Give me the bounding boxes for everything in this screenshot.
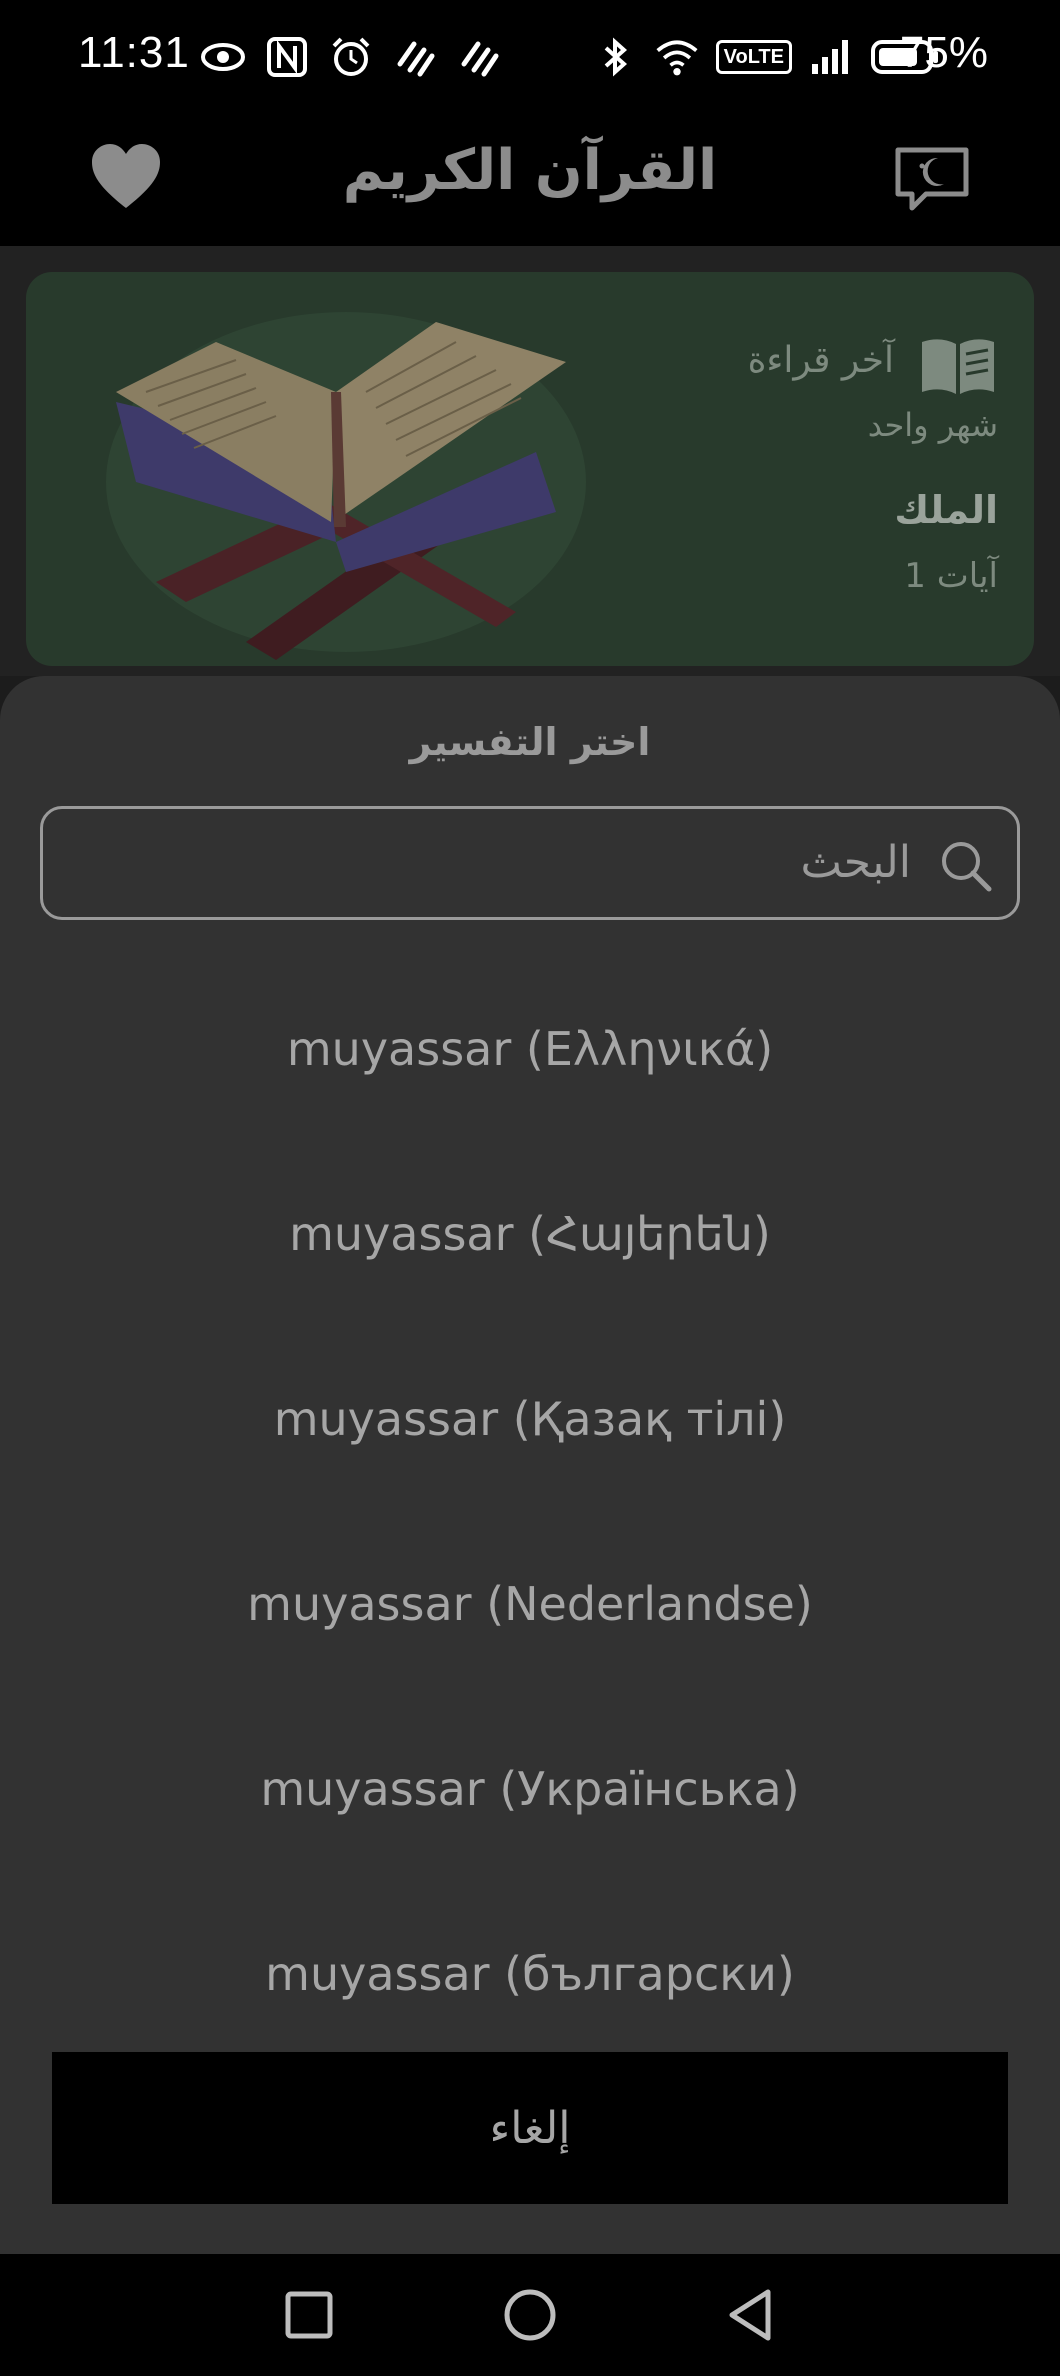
tafsir-option[interactable]: muyassar (Українська) — [0, 1696, 1060, 1881]
recents-square-icon[interactable] — [278, 2284, 340, 2346]
search-placeholder: البحث — [800, 837, 911, 888]
search-input[interactable]: البحث — [40, 806, 1020, 920]
tafsir-option[interactable]: muyassar (Қазақ тілі) — [0, 1326, 1060, 1511]
eye-icon — [200, 34, 246, 80]
status-left-icons — [200, 34, 502, 80]
cancel-button[interactable]: إلغاء — [52, 2052, 1008, 2204]
wifi-icon — [654, 34, 700, 80]
home-circle-icon[interactable] — [499, 2284, 561, 2346]
system-nav-bar — [0, 2254, 1060, 2376]
night-mode-icon[interactable] — [892, 140, 972, 216]
search-icon — [937, 837, 993, 893]
status-time: 11:31 — [78, 28, 190, 77]
sheet-title: اختر التفسير — [409, 720, 651, 764]
tafsir-picker-sheet: اختر التفسير البحث muyassar (Ελληνικά) m… — [0, 676, 1060, 2254]
last-read-label: آخر قراءة — [747, 340, 894, 381]
sync-icon — [456, 34, 502, 80]
bluetooth-icon — [592, 34, 638, 80]
volte-badge: VoLTE — [715, 40, 792, 74]
screen: 11:31 VoLTE 75% القرآن الكريم آخر قراءة … — [0, 0, 1060, 2376]
status-bar: 11:31 VoLTE 75% — [0, 0, 1060, 118]
tafsir-option[interactable]: muyassar (Nederlandse) — [0, 1511, 1060, 1696]
last-read-card[interactable]: آخر قراءة شهر واحد الملك آيات 1 — [26, 272, 1034, 666]
status-right-icons: VoLTE — [592, 34, 940, 80]
last-read-time: شهر واحد — [867, 406, 998, 444]
last-read-surah: الملك — [894, 488, 998, 532]
quran-stand-illustration — [96, 282, 596, 662]
tafsir-option[interactable]: muyassar (български) — [0, 1881, 1060, 2066]
sync-icon — [392, 34, 438, 80]
open-book-icon — [918, 334, 998, 398]
tafsir-option[interactable]: muyassar (Հայերեն) — [0, 1141, 1060, 1326]
tafsir-option[interactable]: muyassar (Ελληνικά) — [0, 956, 1060, 1141]
signal-icon — [808, 34, 854, 80]
alarm-icon — [328, 34, 374, 80]
last-read-ayah: آيات 1 — [904, 556, 998, 596]
app-bar: القرآن الكريم — [0, 118, 1060, 246]
nfc-icon — [264, 34, 310, 80]
tafsir-list: muyassar (Ελληνικά) muyassar (Հայերեն) m… — [0, 956, 1060, 2066]
back-triangle-icon[interactable] — [720, 2284, 782, 2346]
battery-percent: 75% — [899, 28, 988, 77]
